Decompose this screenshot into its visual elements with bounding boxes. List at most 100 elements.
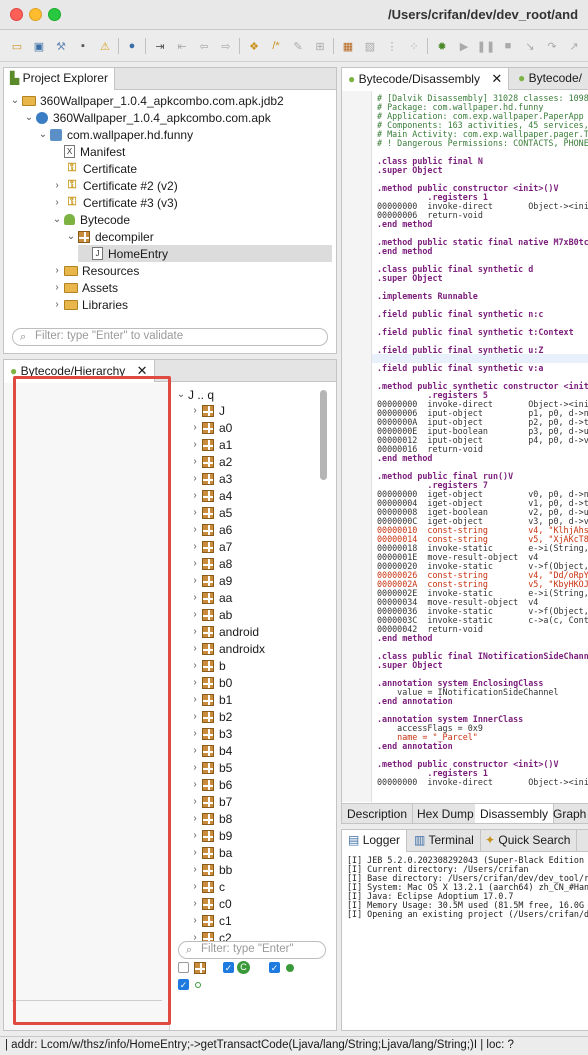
chevron-right-icon[interactable]: › <box>50 265 64 276</box>
chevron-down-icon[interactable]: ⌄ <box>174 389 188 400</box>
hierarchy-package-item[interactable]: › aa <box>188 589 232 606</box>
structure-icon[interactable]: ▧ <box>362 38 378 54</box>
chevron-right-icon[interactable]: › <box>188 711 202 722</box>
chevron-right-icon[interactable]: › <box>188 762 202 773</box>
zoom-window-button[interactable] <box>48 8 61 21</box>
hierarchy-package-item[interactable]: › b9 <box>188 827 232 844</box>
chevron-right-icon[interactable]: › <box>188 507 202 518</box>
hierarchy-package-item[interactable]: › b8 <box>188 810 232 827</box>
chevron-right-icon[interactable]: › <box>188 456 202 467</box>
chevron-right-icon[interactable]: › <box>188 473 202 484</box>
project-filter-input[interactable]: ⌕ Filter: type "Enter" to validate <box>12 328 328 346</box>
hierarchy-package-item[interactable]: › a1 <box>188 436 232 453</box>
project-tree-item[interactable]: ⌄ com.wallpaper.hd.funny <box>36 126 193 143</box>
chevron-right-icon[interactable]: › <box>188 847 202 858</box>
jump-icon[interactable]: ⇥ <box>152 38 168 54</box>
tab-graph[interactable]: Graph <box>548 804 588 823</box>
xref-icon[interactable]: ⊞ <box>312 38 328 54</box>
show-fields-checkbox[interactable]: ✓ <box>269 962 280 973</box>
hierarchy-package-item[interactable]: › b <box>188 657 225 674</box>
hierarchy-package-item[interactable]: › c <box>188 878 225 895</box>
hierarchy-package-item[interactable]: › androidx <box>188 640 265 657</box>
tab-bytecode-disassembly[interactable]: ● Bytecode/Disassembly ✕ <box>342 68 510 90</box>
chevron-right-icon[interactable]: › <box>188 575 202 586</box>
export-icon[interactable]: ▪ <box>75 38 91 54</box>
project-tree-item[interactable]: › Resources <box>50 262 139 279</box>
project-tree-item[interactable]: › ⚿ Certificate #3 (v3) <box>50 194 177 211</box>
hierarchy-filter-input[interactable]: ⌕ Filter: type "Enter" <box>178 941 326 959</box>
hierarchy-package-item[interactable]: › b6 <box>188 776 232 793</box>
chevron-right-icon[interactable]: › <box>188 643 202 654</box>
hierarchy-package-item[interactable]: › b7 <box>188 793 232 810</box>
chevron-right-icon[interactable]: › <box>188 609 202 620</box>
chevron-right-icon[interactable]: › <box>188 728 202 739</box>
project-tree-item[interactable]: ⚿ Certificate <box>50 160 137 177</box>
stop-icon[interactable]: ■ <box>500 38 516 54</box>
chevron-right-icon[interactable]: › <box>50 299 64 310</box>
decompile-icon[interactable]: ❖ <box>246 38 262 54</box>
chevron-right-icon[interactable]: › <box>188 626 202 637</box>
tab-terminal[interactable]: ▥ Terminal <box>408 830 481 852</box>
show-packages-checkbox[interactable] <box>178 962 189 973</box>
close-window-button[interactable] <box>10 8 23 21</box>
globe-icon[interactable]: ● <box>124 38 140 54</box>
hierarchy-package-item[interactable]: › a4 <box>188 487 232 504</box>
chevron-right-icon[interactable]: › <box>188 541 202 552</box>
class-grid-icon[interactable]: ▦ <box>340 38 356 54</box>
tab-bytecode-other[interactable]: ● Bytecode/ <box>512 68 588 90</box>
chevron-down-icon[interactable]: ⌄ <box>64 231 78 242</box>
wrench-icon[interactable]: ⚒ <box>53 38 69 54</box>
hierarchy-package-item[interactable]: › android <box>188 623 259 640</box>
chevron-right-icon[interactable]: › <box>188 813 202 824</box>
tab-quick-search[interactable]: ✦ Quick Search <box>479 830 578 852</box>
hierarchy-package-item[interactable]: › c0 <box>188 895 231 912</box>
chevron-right-icon[interactable]: › <box>188 694 202 705</box>
hierarchy-package-item[interactable]: › a5 <box>188 504 232 521</box>
chevron-right-icon[interactable]: › <box>188 915 202 926</box>
hierarchy-package-item[interactable]: › bb <box>188 861 232 878</box>
chevron-down-icon[interactable]: ⌄ <box>22 112 36 123</box>
show-methods-checkbox[interactable]: ✓ <box>178 979 189 990</box>
chevron-down-icon[interactable]: ⌄ <box>50 214 64 225</box>
tab-logger[interactable]: ▤ Logger <box>342 830 408 852</box>
pause-icon[interactable]: ❚❚ <box>477 38 495 54</box>
chevron-right-icon[interactable]: › <box>188 660 202 671</box>
tab-hex-dump[interactable]: Hex Dump <box>412 804 480 823</box>
project-tree-item[interactable]: ⌄ decompiler <box>64 228 154 245</box>
hierarchy-package-item[interactable]: › a3 <box>188 470 232 487</box>
hierarchy-package-item[interactable]: › b2 <box>188 708 232 725</box>
debug-icon[interactable]: ✹ <box>434 38 450 54</box>
chevron-right-icon[interactable]: › <box>188 898 202 909</box>
hierarchy-package-item[interactable]: › a0 <box>188 419 232 436</box>
comment-icon[interactable]: /* <box>268 38 284 54</box>
chevron-right-icon[interactable]: › <box>188 592 202 603</box>
chevron-right-icon[interactable]: › <box>188 779 202 790</box>
chevron-right-icon[interactable]: › <box>188 830 202 841</box>
hierarchy-package-item[interactable]: › ab <box>188 606 232 623</box>
hierarchy-package-item[interactable]: › a6 <box>188 521 232 538</box>
chevron-right-icon[interactable]: › <box>50 180 64 191</box>
hierarchy-package-item[interactable]: › a2 <box>188 453 232 470</box>
project-tree-item[interactable]: ⌄ 360Wallpaper_1.0.4_apkcombo.com.apk <box>22 109 271 126</box>
hierarchy-package-item[interactable]: › c1 <box>188 912 231 929</box>
minimize-window-button[interactable] <box>29 8 42 21</box>
step-into-icon[interactable]: ↘ <box>522 38 538 54</box>
hierarchy-package-item[interactable]: › b0 <box>188 674 232 691</box>
run-icon[interactable]: ▶ <box>456 38 472 54</box>
hierarchy-root[interactable]: ⌄ J .. q <box>174 386 214 403</box>
chevron-right-icon[interactable]: › <box>188 864 202 875</box>
warning-icon[interactable]: ⚠ <box>97 38 113 54</box>
chevron-right-icon[interactable]: › <box>50 282 64 293</box>
chevron-right-icon[interactable]: › <box>188 490 202 501</box>
chevron-right-icon[interactable]: › <box>50 197 64 208</box>
hierarchy-package-item[interactable]: › J <box>188 402 225 419</box>
project-tree-item[interactable]: ⌄ Bytecode <box>50 211 130 228</box>
hierarchy-package-item[interactable]: › b5 <box>188 759 232 776</box>
save-icon[interactable]: ▣ <box>31 38 47 54</box>
hierarchy-package-item[interactable]: › b3 <box>188 725 232 742</box>
forward-icon[interactable]: ⇨ <box>218 38 234 54</box>
tab-project-explorer[interactable]: ▙ Project Explorer <box>4 68 115 90</box>
open-folder-icon[interactable]: ▭ <box>9 38 25 54</box>
jump-back-icon[interactable]: ⇤ <box>174 38 190 54</box>
step-out-icon[interactable]: ↗ <box>566 38 582 54</box>
